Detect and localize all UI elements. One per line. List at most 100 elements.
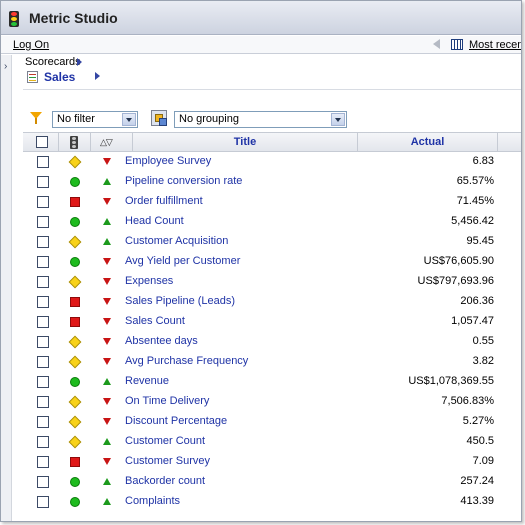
metric-actual-value: 413.39 [460,495,494,507]
column-actual-header[interactable]: Actual [358,133,498,152]
header-checkbox-cell [23,133,59,152]
metric-title-link[interactable]: Complaints [125,495,180,507]
table-row: Order fulfillment 71.45% [23,192,521,212]
status-diamond-icon [68,435,82,449]
most-recent-link[interactable]: Most recent [469,39,521,51]
row-checkbox[interactable] [37,396,49,408]
status-circle-icon [70,377,80,387]
metric-title-link[interactable]: Expenses [125,275,173,287]
metric-title-link[interactable]: Discount Percentage [125,415,227,427]
status-diamond-icon [68,415,82,429]
table-row: Head Count 5,456.42 [23,212,521,232]
calendar-icon[interactable] [451,39,463,50]
status-diamond-icon [68,335,82,349]
title-bar: Metric Studio [1,1,521,35]
divider [23,89,521,90]
chevron-down-icon[interactable] [122,113,136,126]
metric-actual-value: 7.09 [472,455,494,467]
row-checkbox[interactable] [37,176,49,188]
row-checkbox[interactable] [37,296,49,308]
row-checkbox[interactable] [37,356,49,368]
metric-title-link[interactable]: Customer Count [125,435,205,447]
status-diamond-icon [68,395,82,409]
trend-up-icon [103,478,111,485]
row-checkbox[interactable] [37,496,49,508]
trend-down-icon [103,298,111,305]
row-checkbox[interactable] [37,436,49,448]
trend-down-icon [103,158,111,165]
column-title-header[interactable]: Title [133,133,358,152]
breadcrumb-scorecards[interactable]: Scorecards [25,56,81,68]
table-row: Pipeline conversion rate 65.57% [23,172,521,192]
metric-actual-value: 450.5 [466,435,494,447]
scorecard-title[interactable]: Sales [44,70,75,84]
table-row: Avg Yield per Customer US$76,605.90 [23,252,521,272]
status-diamond-icon [68,355,82,369]
trend-down-icon [103,418,111,425]
row-checkbox[interactable] [37,376,49,388]
table-row: Complaints 413.39 [23,492,521,512]
header-trend-cell[interactable]: △▽ [91,133,133,152]
metric-actual-value: 95.45 [466,235,494,247]
back-arrow-icon[interactable] [433,39,440,49]
metric-title-link[interactable]: Revenue [125,375,169,387]
status-circle-icon [70,217,80,227]
scorecard-icon [27,71,38,83]
metric-title-link[interactable]: Customer Survey [125,455,210,467]
trend-up-icon [103,218,111,225]
metric-title-link[interactable]: Sales Count [125,315,185,327]
metric-title-link[interactable]: Avg Purchase Frequency [125,355,248,367]
metric-title-link[interactable]: Customer Acquisition [125,235,228,247]
row-checkbox[interactable] [37,476,49,488]
log-on-link[interactable]: Log On [13,39,49,51]
table-row: Customer Survey 7.09 [23,452,521,472]
metric-actual-value: 5.27% [462,415,494,427]
table-row: Sales Pipeline (Leads) 206.36 [23,292,521,312]
metric-title-link[interactable]: On Time Delivery [125,395,209,407]
trend-down-icon [103,318,111,325]
grouping-value: No grouping [179,113,239,125]
metric-title-link[interactable]: Employee Survey [125,155,211,167]
grouping-select[interactable]: No grouping [174,111,347,128]
metric-actual-value: 206.36 [460,295,494,307]
filter-select[interactable]: No filter [52,111,138,128]
metric-title-link[interactable]: Pipeline conversion rate [125,175,242,187]
metric-title-link[interactable]: Avg Yield per Customer [125,255,240,267]
row-checkbox[interactable] [37,236,49,248]
breadcrumb-arrow-icon[interactable] [77,58,82,66]
metric-title-link[interactable]: Head Count [125,215,184,227]
metric-actual-value: 0.55 [472,335,494,347]
metric-title-link[interactable]: Order fulfillment [125,195,203,207]
menu-bar: Log On Most recent [1,36,521,54]
metric-title-link[interactable]: Sales Pipeline (Leads) [125,295,235,307]
status-diamond-icon [68,275,82,289]
metric-actual-value: US$1,078,369.55 [408,375,494,387]
status-square-icon [70,317,80,327]
select-all-checkbox[interactable] [36,136,48,148]
metric-title-link[interactable]: Absentee days [125,335,198,347]
row-checkbox[interactable] [37,196,49,208]
status-square-icon [70,297,80,307]
table-row: On Time Delivery 7,506.83% [23,392,521,412]
grouping-icon [151,110,167,126]
row-checkbox[interactable] [37,256,49,268]
row-checkbox[interactable] [37,156,49,168]
trend-down-icon [103,338,111,345]
row-checkbox[interactable] [37,416,49,428]
row-checkbox[interactable] [37,336,49,348]
row-checkbox[interactable] [37,316,49,328]
header-status-cell[interactable] [59,133,91,152]
metric-title-link[interactable]: Backorder count [125,475,205,487]
metric-actual-value: US$76,605.90 [423,255,494,267]
metric-actual-value: 257.24 [460,475,494,487]
trend-down-icon [103,358,111,365]
row-checkbox[interactable] [37,456,49,468]
trend-up-icon [103,378,111,385]
row-checkbox[interactable] [37,216,49,228]
scorecard-arrow-icon[interactable] [95,72,100,80]
row-checkbox[interactable] [37,276,49,288]
status-diamond-icon [68,235,82,249]
chevron-down-icon[interactable] [331,113,345,126]
left-panel-toggle[interactable]: › [1,55,12,521]
app-title: Metric Studio [29,10,118,26]
